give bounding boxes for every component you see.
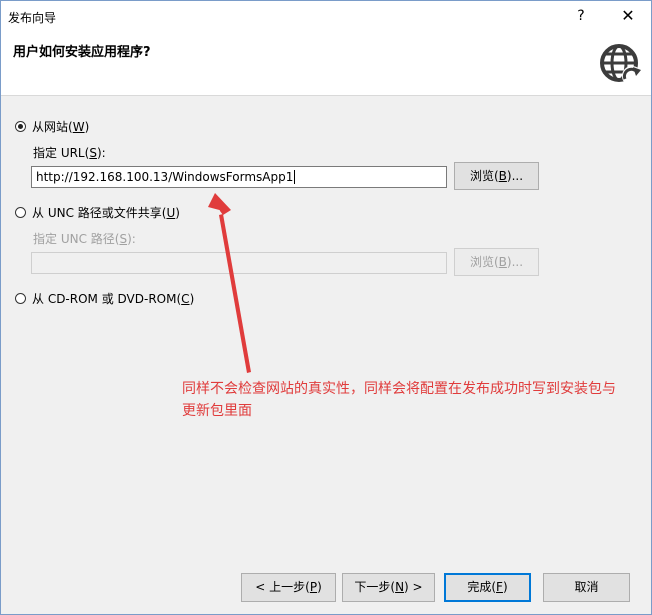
finish-button[interactable]: 完成(F)	[444, 573, 531, 602]
annotation-arrow	[208, 193, 251, 373]
previous-button[interactable]: < 上一步(P)	[241, 573, 336, 602]
annotation-text: 同样不会检查网站的真实性，同样会将配置在发布成功时写到安装包与更新包里面	[182, 381, 616, 419]
publish-wizard-window: 发布向导 ? ✕ 用户如何安装应用程序? 从网站(W) 指定 URL(S): h…	[0, 0, 652, 615]
next-button[interactable]: 下一步(N) >	[342, 573, 435, 602]
cancel-button[interactable]: 取消	[543, 573, 630, 602]
